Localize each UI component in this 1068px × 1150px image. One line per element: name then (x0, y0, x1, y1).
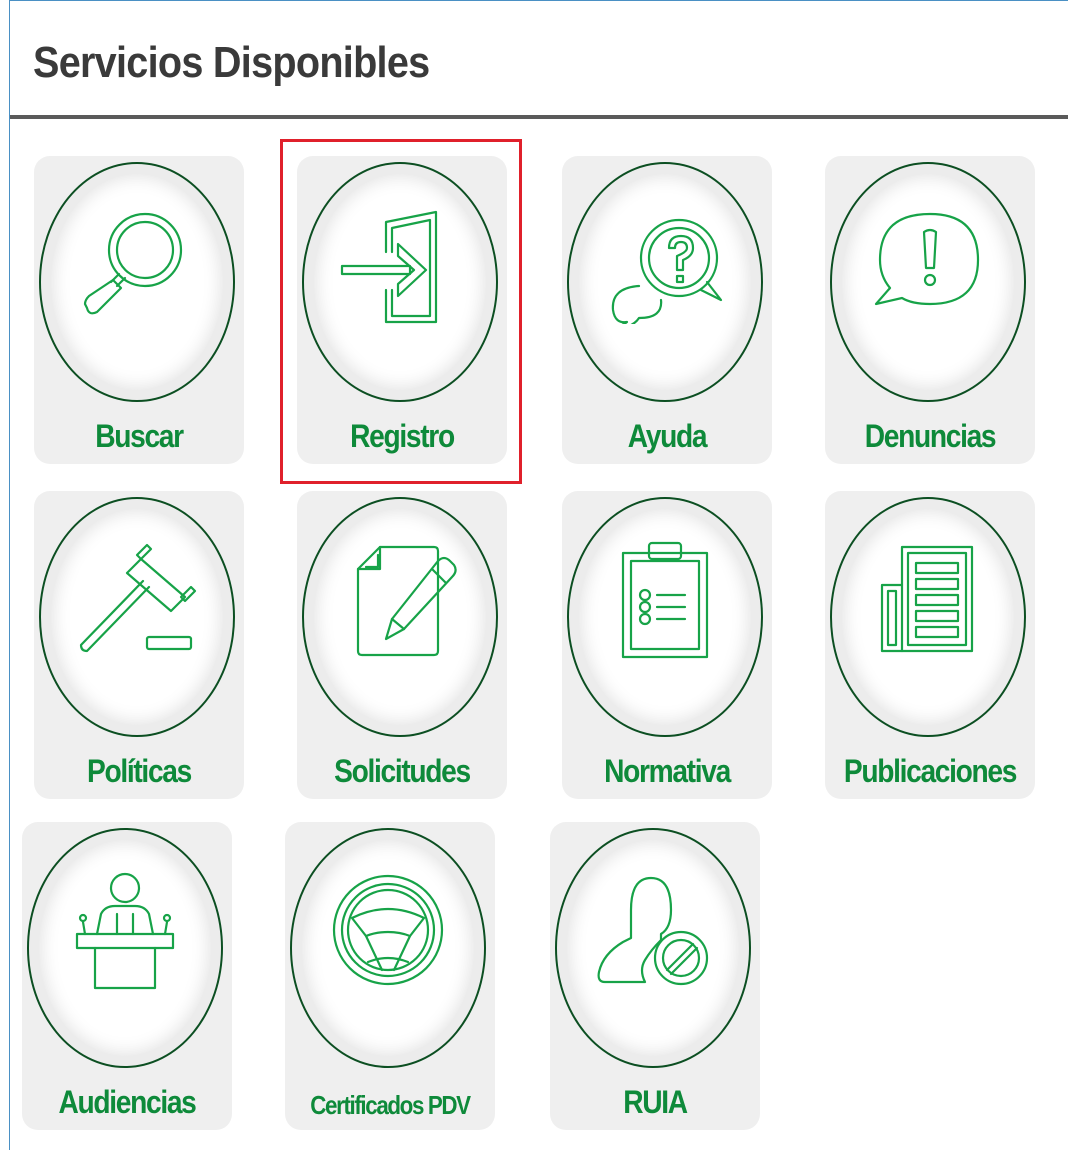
service-label: Audiencias (58, 1084, 196, 1120)
service-label: Publicaciones (843, 753, 1018, 789)
podium-speaker-icon (65, 870, 185, 990)
service-tile-ayuda[interactable]: Ayuda (562, 156, 772, 464)
service-label: Solicitudes (334, 753, 471, 789)
service-tile-certificados-pdv[interactable]: Certificados PDV (285, 822, 495, 1130)
clipboard-list-icon (605, 539, 725, 659)
service-label: RUIA (623, 1084, 688, 1120)
service-tile-buscar[interactable]: Buscar (34, 156, 244, 464)
help-chat-icon (605, 204, 725, 324)
service-tile-ruia[interactable]: RUIA (550, 822, 760, 1130)
title-divider (10, 115, 1068, 119)
magnifier-icon (77, 204, 197, 324)
service-label: Buscar (95, 418, 184, 454)
alert-chat-icon (868, 204, 988, 324)
document-pencil-icon (340, 539, 460, 659)
service-label: Certificados PDV (310, 1090, 471, 1120)
sign-in-icon (340, 204, 460, 324)
gavel-icon (77, 539, 197, 659)
service-tile-registro[interactable]: Registro (297, 156, 507, 464)
service-tile-solicitudes[interactable]: Solicitudes (297, 491, 507, 799)
service-tile-normativa[interactable]: Normativa (562, 491, 772, 799)
user-blocked-icon (593, 870, 713, 990)
service-label: Ayuda (627, 418, 708, 454)
page-title: Servicios Disponibles (33, 38, 430, 87)
frame-left-border (9, 0, 10, 1150)
service-tile-politicas[interactable]: Políticas (34, 491, 244, 799)
service-tile-audiencias[interactable]: Audiencias (22, 822, 232, 1130)
service-label: Registro (350, 418, 455, 454)
newspaper-icon (868, 539, 988, 659)
service-tile-publicaciones[interactable]: Publicaciones (825, 491, 1035, 799)
service-tile-denuncias[interactable]: Denuncias (825, 156, 1035, 464)
frame-top-border (9, 0, 1068, 1)
steering-wheel-icon (328, 870, 448, 990)
service-label: Políticas (87, 753, 192, 789)
service-label: Denuncias (864, 418, 997, 454)
service-label: Normativa (604, 753, 731, 789)
